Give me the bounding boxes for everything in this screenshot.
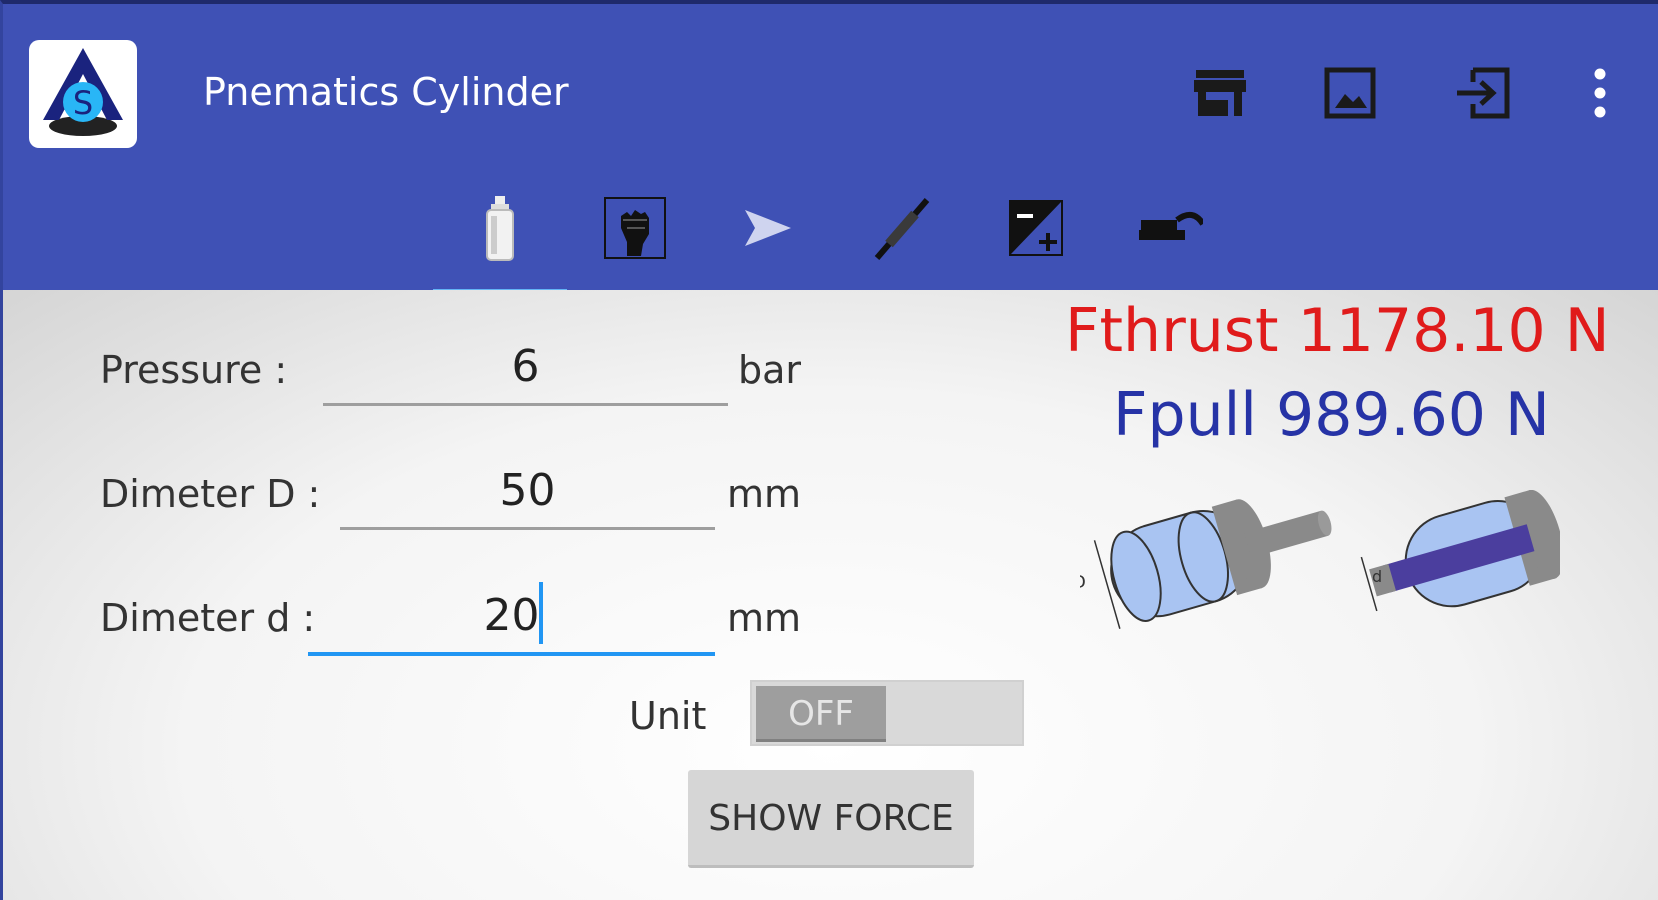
cylinder-diagram: D d [1072, 489, 1564, 630]
tab-hammer[interactable] [1103, 186, 1237, 294]
diameter-d-unit: mm [727, 596, 802, 640]
tab-send[interactable] [701, 186, 835, 294]
send-icon [745, 210, 791, 246]
store-icon[interactable] [1190, 66, 1250, 122]
pressure-unit: bar [738, 348, 802, 392]
plus-minus-icon [1009, 200, 1063, 256]
app-logo: S [29, 40, 137, 148]
tab-plus-minus[interactable] [969, 186, 1103, 294]
app-bar: S Pnematics Cylinder [0, 0, 1658, 294]
diameter-D-unit: mm [727, 472, 802, 516]
diameter-D-field[interactable] [340, 454, 715, 530]
hammer-icon [1139, 211, 1203, 240]
diameter-d-field[interactable] [308, 578, 715, 656]
diameter-d-input[interactable] [308, 578, 715, 652]
tab-pen[interactable] [835, 186, 969, 294]
fist-icon [604, 197, 666, 259]
unit-label: Unit [629, 694, 707, 738]
tab-force[interactable] [567, 186, 701, 294]
fthrust-result: Fthrust 1178.10 N [1065, 296, 1610, 366]
cylinder-icon [486, 196, 514, 261]
pressure-input[interactable] [323, 330, 728, 403]
diameter-D-label: Dimeter D : [100, 472, 321, 516]
tab-cylinder[interactable] [433, 186, 567, 294]
svg-text:S: S [73, 84, 93, 122]
show-force-button[interactable]: SHOW FORCE [688, 770, 974, 868]
app-title: Pnematics Cylinder [203, 70, 569, 114]
more-vert-icon[interactable] [1585, 66, 1615, 122]
unit-toggle-thumb: OFF [756, 686, 886, 742]
image-icon[interactable] [1321, 66, 1381, 122]
unit-toggle[interactable]: OFF [750, 680, 1024, 746]
svg-text:D: D [1080, 572, 1086, 593]
diameter-D-input[interactable] [340, 454, 715, 527]
exit-icon[interactable] [1453, 66, 1513, 122]
pressure-label: Pressure : [100, 348, 288, 392]
svg-text:d: d [1372, 567, 1382, 586]
text-caret [539, 582, 543, 644]
pen-icon [874, 198, 930, 260]
pressure-field[interactable] [323, 330, 728, 406]
diameter-d-label: Dimeter d : [100, 596, 316, 640]
fpull-result: Fpull 989.60 N [1113, 380, 1550, 450]
